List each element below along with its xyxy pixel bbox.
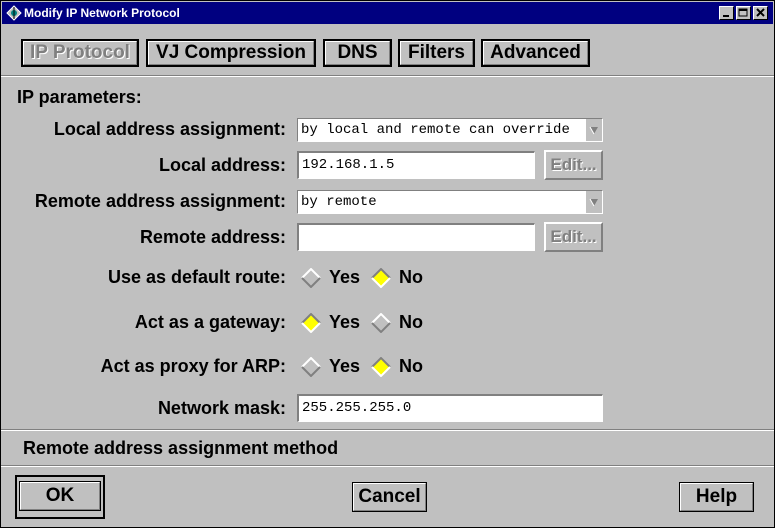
local-assignment-label: Local address assignment: <box>53 119 286 139</box>
tab-vj-compression[interactable]: VJ Compression <box>146 39 316 67</box>
divider <box>1 465 774 467</box>
tab-label: Filters <box>400 41 473 65</box>
proxy-arp-no-radio[interactable]: No <box>371 355 431 379</box>
default-route-yes-radio[interactable]: Yes <box>301 266 367 290</box>
gateway-no-radio[interactable]: No <box>371 311 431 335</box>
local-address-input[interactable]: 192.168.1.5 <box>297 151 535 179</box>
default-route-no-radio[interactable]: No <box>371 266 431 290</box>
gateway-label: Act as a gateway: <box>134 312 286 332</box>
status-text: Remote address assignment method <box>23 438 339 458</box>
local-address-label: Local address: <box>158 155 286 175</box>
maximize-button[interactable] <box>736 6 751 20</box>
tab-dns[interactable]: DNS <box>323 39 392 67</box>
tab-ip-protocol[interactable]: IP Protocol <box>21 39 139 67</box>
minimize-icon <box>723 15 729 17</box>
tab-label: Advanced <box>483 41 588 65</box>
cancel-button[interactable]: Cancel <box>352 482 427 512</box>
tab-label: IP Protocol <box>23 41 137 65</box>
remote-assignment-value: by remote <box>301 194 377 210</box>
chevron-down-icon <box>589 198 598 207</box>
tab-bar: IP Protocol VJ Compression DNS Filters A… <box>1 25 774 75</box>
radio-diamond-selected-icon <box>301 313 321 333</box>
radio-diamond-icon <box>301 357 321 377</box>
gateway-yes-radio[interactable]: Yes <box>301 311 367 335</box>
chevron-down-icon <box>589 126 598 135</box>
proxy-arp-yes-radio[interactable]: Yes <box>301 355 367 379</box>
divider <box>1 429 774 431</box>
yes-label: Yes <box>329 312 361 332</box>
network-app-icon <box>6 5 22 21</box>
local-assignment-value: by local and remote can override <box>301 122 570 138</box>
radio-diamond-selected-icon <box>371 268 391 288</box>
title-bar[interactable]: Modify IP Network Protocol <box>2 2 773 24</box>
remote-address-label: Remote address: <box>139 227 286 247</box>
maximize-icon <box>738 8 748 17</box>
close-button[interactable] <box>753 6 768 20</box>
dropdown-button[interactable] <box>586 119 602 141</box>
ok-button[interactable]: OK <box>19 481 101 511</box>
network-mask-input[interactable]: 255.255.255.0 <box>297 394 603 422</box>
remote-assignment-select[interactable]: by remote <box>297 190 603 214</box>
remote-address-input[interactable] <box>297 223 535 251</box>
network-mask-label: Network mask: <box>157 398 286 418</box>
dialog-window: Modify IP Network Protocol IP Protocol V… <box>0 0 775 528</box>
divider <box>1 75 774 77</box>
no-label: No <box>399 312 423 332</box>
tab-label: DNS <box>325 41 390 65</box>
tab-filters[interactable]: Filters <box>398 39 475 67</box>
yes-label: Yes <box>329 356 361 376</box>
window-title: Modify IP Network Protocol <box>24 6 180 20</box>
local-assignment-select[interactable]: by local and remote can override <box>297 118 603 142</box>
tab-label: VJ Compression <box>148 41 314 65</box>
tab-advanced[interactable]: Advanced <box>481 39 590 67</box>
dropdown-button[interactable] <box>586 191 602 213</box>
cancel-label: Cancel <box>353 483 426 511</box>
no-label: No <box>399 356 423 376</box>
no-label: No <box>399 267 423 287</box>
radio-diamond-icon <box>301 268 321 288</box>
radio-diamond-icon <box>371 313 391 333</box>
ok-label: OK <box>20 482 100 510</box>
radio-diamond-selected-icon <box>371 357 391 377</box>
help-label: Help <box>680 483 753 511</box>
yes-label: Yes <box>329 267 361 287</box>
remote-address-edit-button[interactable]: Edit... <box>544 222 603 252</box>
local-address-edit-button[interactable]: Edit... <box>544 150 603 180</box>
close-icon <box>756 8 765 17</box>
section-heading: IP parameters: <box>17 87 142 107</box>
proxy-arp-label: Act as proxy for ARP: <box>100 356 286 376</box>
help-button[interactable]: Help <box>679 482 754 512</box>
default-route-label: Use as default route: <box>107 267 286 287</box>
minimize-button[interactable] <box>719 6 734 20</box>
remote-assignment-label: Remote address assignment: <box>34 191 286 211</box>
